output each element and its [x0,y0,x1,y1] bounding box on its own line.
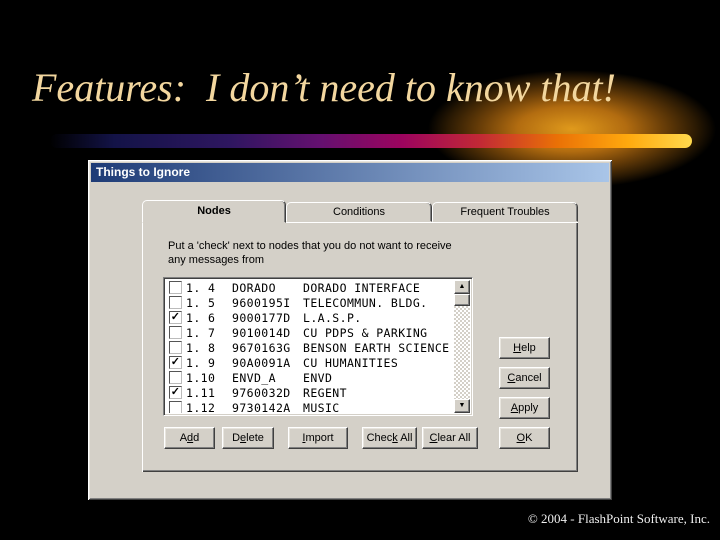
tab-conditions[interactable]: Conditions [286,202,432,222]
node-code: 9000177D [232,310,291,325]
ok-button[interactable]: OK [499,427,550,449]
dialog-titlebar: Things to Ignore [91,163,609,182]
node-number: 1. 8 [186,340,216,355]
node-name: CU PDPS & PARKING [303,325,428,340]
list-item[interactable]: 1.12 9730142A MUSIC [166,400,454,413]
tab-conditions-label: Conditions [333,206,385,218]
node-name: TELECOMMUN. BLDG. [303,295,428,310]
add-button[interactable]: Add [164,427,215,449]
tab-nodes-label: Nodes [197,205,231,217]
tab-frequent-troubles[interactable]: Frequent Troubles [432,202,578,222]
check-all-button[interactable]: Check All [362,427,417,449]
node-number: 1. 7 [186,325,216,340]
dialog-title: Things to Ignore [96,165,190,179]
tab-nodes[interactable]: Nodes [142,200,286,223]
node-code: 9670163G [232,340,291,355]
delete-button[interactable]: Delete [222,427,274,449]
node-number: 1.10 [186,370,216,385]
checkbox[interactable] [169,371,182,384]
slide-title: Features: I don’t need to know that! [32,65,616,110]
things-to-ignore-dialog: Things to Ignore Nodes Conditions Freque… [88,160,612,500]
scroll-up-icon[interactable]: ▲ [454,280,470,294]
node-rows: 1. 4 DORADO DORADO INTERFACE 1. 5 960019… [166,280,454,413]
node-number: 1. 5 [186,295,216,310]
node-name: REGENT [303,385,347,400]
vertical-scrollbar[interactable]: ▲ ▼ [454,280,470,413]
node-code: 9730142A [232,400,291,414]
node-name: DORADO INTERFACE [303,280,421,295]
help-button[interactable]: Help [499,337,550,359]
node-number: 1. 9 [186,355,216,370]
apply-button[interactable]: Apply [499,397,550,419]
checkbox[interactable] [169,281,182,294]
node-code: ENVD_A [232,370,276,385]
import-button[interactable]: Import [288,427,348,449]
node-code: 9010014D [232,325,291,340]
node-name: L.A.S.P. [303,310,362,325]
node-code: DORADO [232,280,276,295]
checkbox-checked[interactable]: ✓ [169,311,182,324]
list-item[interactable]: 1.10 ENVD_A ENVD [166,370,454,385]
list-item[interactable]: 1. 8 9670163G BENSON EARTH SCIENCE [166,340,454,355]
node-number: 1. 4 [186,280,216,295]
node-code: 9760032D [232,385,291,400]
node-name: BENSON EARTH SCIENCE [303,340,450,355]
node-number: 1.12 [186,400,216,414]
checkbox-checked[interactable]: ✓ [169,356,182,369]
node-name: ENVD [303,370,333,385]
scroll-down-icon[interactable]: ▼ [454,399,470,413]
scrollbar-thumb[interactable] [454,294,470,306]
node-name: CU HUMANITIES [303,355,399,370]
node-name: MUSIC [303,400,340,414]
list-item[interactable]: 1. 4 DORADO DORADO INTERFACE [166,280,454,295]
instruction-text: Put a 'check' next to nodes that you do … [168,239,508,267]
list-item[interactable]: 1. 5 9600195I TELECOMMUN. BLDG. [166,295,454,310]
copyright-footer: © 2004 - FlashPoint Software, Inc. [527,511,710,526]
list-item[interactable]: ✓ 1. 6 9000177D L.A.S.P. [166,310,454,325]
tab-frequent-troubles-label: Frequent Troubles [460,206,550,218]
instruction-line-2: any messages from [168,254,264,266]
checkbox[interactable] [169,401,182,413]
node-number: 1.11 [186,385,216,400]
node-number: 1. 6 [186,310,216,325]
list-item[interactable]: 1. 7 9010014D CU PDPS & PARKING [166,325,454,340]
checkbox[interactable] [169,341,182,354]
cancel-button[interactable]: Cancel [499,367,550,389]
instruction-line-1: Put a 'check' next to nodes that you do … [168,240,452,252]
checkbox-checked[interactable]: ✓ [169,386,182,399]
node-code: 90A0091A [232,355,291,370]
list-item[interactable]: ✓ 1. 9 90A0091A CU HUMANITIES [166,355,454,370]
gradient-accent-bar [50,134,692,148]
nodes-listbox[interactable]: 1. 4 DORADO DORADO INTERFACE 1. 5 960019… [163,277,473,416]
list-item[interactable]: ✓ 1.11 9760032D REGENT [166,385,454,400]
node-code: 9600195I [232,295,291,310]
clear-all-button[interactable]: Clear All [422,427,478,449]
checkbox[interactable] [169,296,182,309]
checkbox[interactable] [169,326,182,339]
